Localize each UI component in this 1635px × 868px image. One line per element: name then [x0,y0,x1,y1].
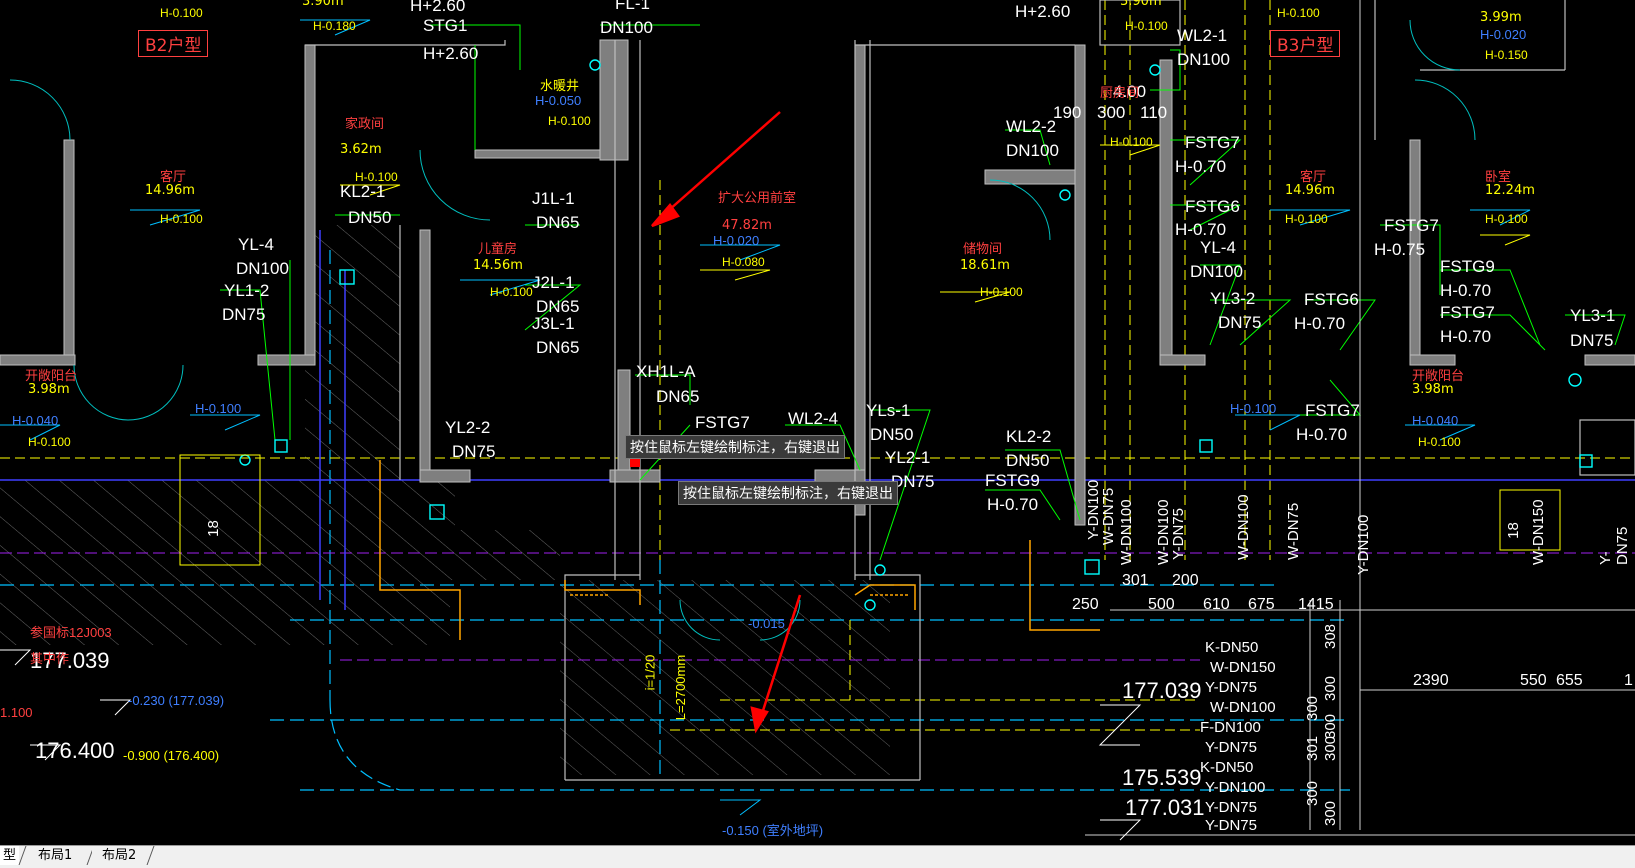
ref-note: 参国标12J003 [30,625,112,640]
tooltip-draw-dimension-1: 按住鼠标左键绘制标注，右键退出 [625,435,845,459]
slope-label: i=1/20 [642,654,658,691]
layout-tab-bar: 型 布局1 布局2 [0,845,1635,868]
level-0900: -0.900 (176.400) [123,748,220,763]
cad-drawing-canvas[interactable]: H+2.60 STG1 H+2.60 FL-1 DN100 H+2.60 WL2… [0,0,1635,845]
tab-layout2[interactable]: 布局2 [92,846,147,865]
misc-labels: -0.900 (176.400) 1.100 参国标12J003 其中作 i=1… [0,0,1635,845]
tooltip-draw-dimension-2: 按住鼠标左键绘制标注，右键退出 [678,481,898,505]
tab-model[interactable]: 型 [0,846,20,865]
level-1100: 1.100 [0,705,33,720]
tab-separator [18,846,27,865]
tab-layout1[interactable]: 布局1 [28,846,83,865]
length-label: L=2700mm [673,654,689,721]
tab-separator [146,846,155,865]
ref-note2: 其中作 [30,651,70,666]
